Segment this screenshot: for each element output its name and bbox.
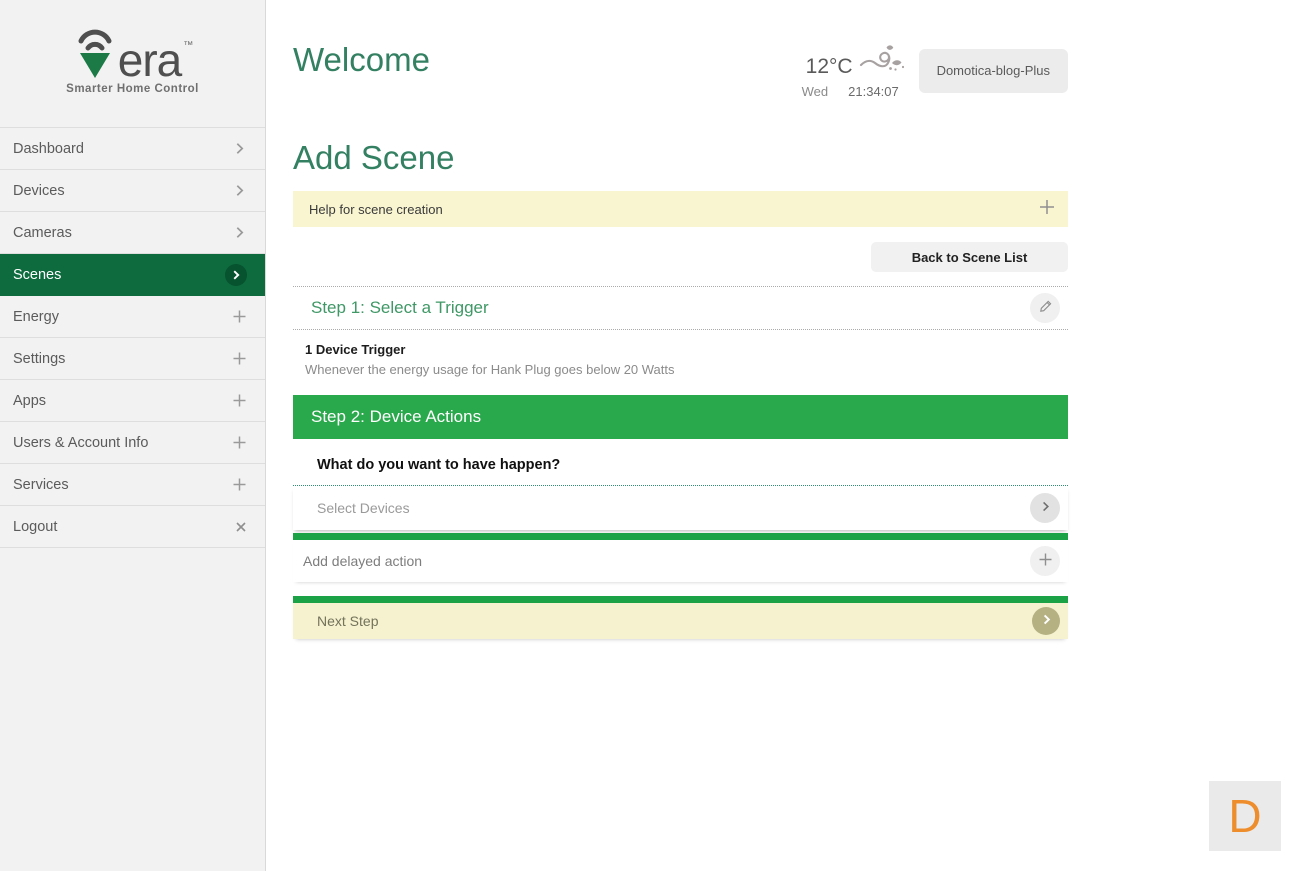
select-devices-row[interactable]: Select Devices (293, 486, 1068, 530)
sidebar-nav: Dashboard Devices Cameras Scenes Energy (0, 127, 265, 548)
question-label: What do you want to have happen? (317, 457, 561, 473)
plus-icon (1038, 552, 1053, 570)
select-devices-button[interactable] (1030, 493, 1060, 523)
welcome-title: Welcome (293, 41, 430, 78)
vera-logo-text: era (117, 34, 182, 87)
sidebar-item-label: Services (13, 476, 69, 493)
plus-icon (232, 477, 247, 492)
sidebar-item-label: Apps (13, 392, 47, 409)
sidebar-item-label: Devices (13, 182, 65, 199)
controller-name-button[interactable]: Domotica-blog-Plus (918, 48, 1068, 93)
sidebar-item-logout[interactable]: Logout (0, 506, 265, 548)
chevron-right-icon (232, 183, 247, 198)
plus-icon (232, 351, 247, 366)
section-divider-bar (293, 533, 1068, 540)
step2-header: Step 2: Device Actions (293, 395, 1068, 439)
sidebar-item-apps[interactable]: Apps (0, 380, 265, 422)
step2-title: Step 2: Device Actions (311, 407, 482, 426)
sidebar: era ™ Smarter Home Control Dashboard Dev… (0, 0, 266, 871)
trigger-description: Whenever the energy usage for Hank Plug … (305, 362, 675, 377)
add-delayed-action-row[interactable]: Add delayed action (293, 540, 1068, 582)
sidebar-item-services[interactable]: Services (0, 464, 265, 506)
sidebar-item-energy[interactable]: Energy (0, 296, 265, 338)
help-bar-label: Help for scene creation (309, 201, 443, 217)
pencil-icon (1038, 299, 1053, 317)
trigger-count-label: 1 Device Trigger (305, 342, 406, 357)
weekday-label: Wed (801, 84, 829, 99)
sidebar-item-label: Cameras (13, 224, 72, 241)
chevron-right-icon (1039, 500, 1052, 516)
next-step-button[interactable] (1032, 607, 1060, 635)
sidebar-item-label: Dashboard (13, 140, 84, 157)
chat-widget[interactable]: D (1209, 781, 1281, 851)
close-icon (235, 521, 247, 533)
add-delayed-action-label: Add delayed action (303, 553, 423, 569)
step1-header: Step 1: Select a Trigger (293, 286, 1068, 330)
back-to-scene-list-button[interactable]: Back to Scene List (871, 242, 1068, 272)
wind-swirl-icon (859, 42, 905, 79)
chevron-right-icon (1040, 613, 1053, 629)
add-delayed-action-button[interactable] (1030, 546, 1060, 576)
main-area: Welcome 12°C Wed 21:34:07 Domotica-blog-… (267, 0, 1300, 871)
vera-logo-mark-icon (72, 26, 118, 80)
vera-logo: era ™ Smarter Home Control (0, 0, 265, 127)
sidebar-item-label: Users & Account Info (13, 434, 149, 451)
plus-icon (232, 309, 247, 324)
edit-trigger-button[interactable] (1030, 293, 1060, 323)
sidebar-item-scenes[interactable]: Scenes (0, 254, 265, 296)
trademark-symbol: ™ (183, 40, 194, 51)
next-step-row[interactable]: Next Step (293, 603, 1068, 639)
plus-icon (232, 393, 247, 408)
plus-icon (232, 435, 247, 450)
plus-icon[interactable] (1038, 198, 1056, 221)
select-devices-label: Select Devices (317, 500, 410, 516)
sidebar-item-users-account-info[interactable]: Users & Account Info (0, 422, 265, 464)
sidebar-item-devices[interactable]: Devices (0, 170, 265, 212)
device-actions-question: What do you want to have happen? (293, 439, 1068, 486)
sidebar-item-dashboard[interactable]: Dashboard (0, 128, 265, 170)
temperature-value: 12°C (805, 55, 853, 78)
page-title: Add Scene (293, 139, 455, 176)
trigger-summary: 1 Device Trigger Whenever the energy usa… (293, 330, 1068, 395)
next-step-label: Next Step (317, 613, 379, 629)
sidebar-item-label: Settings (13, 350, 66, 367)
sidebar-item-label: Energy (13, 308, 59, 325)
sidebar-item-settings[interactable]: Settings (0, 338, 265, 380)
clock-time: 21:34:07 (848, 84, 899, 99)
page-header: Welcome 12°C Wed 21:34:07 Domotica-blog-… (293, 0, 1068, 99)
logo-tagline: Smarter Home Control (66, 83, 199, 95)
section-divider-bar (293, 596, 1068, 603)
next-step-block: Next Step (293, 596, 1068, 639)
chat-widget-letter: D (1228, 790, 1262, 842)
help-bar[interactable]: Help for scene creation (293, 191, 1068, 227)
chevron-right-icon (232, 225, 247, 240)
chevron-right-icon (232, 141, 247, 156)
sidebar-item-cameras[interactable]: Cameras (0, 212, 265, 254)
back-row: Back to Scene List (293, 242, 1068, 272)
step1-title: Step 1: Select a Trigger (311, 298, 489, 317)
weather-block: 12°C Wed 21:34:07 (802, 42, 905, 99)
sidebar-item-label: Logout (13, 518, 58, 535)
chevron-right-circle-icon (225, 263, 247, 286)
sidebar-item-label: Scenes (13, 266, 62, 283)
